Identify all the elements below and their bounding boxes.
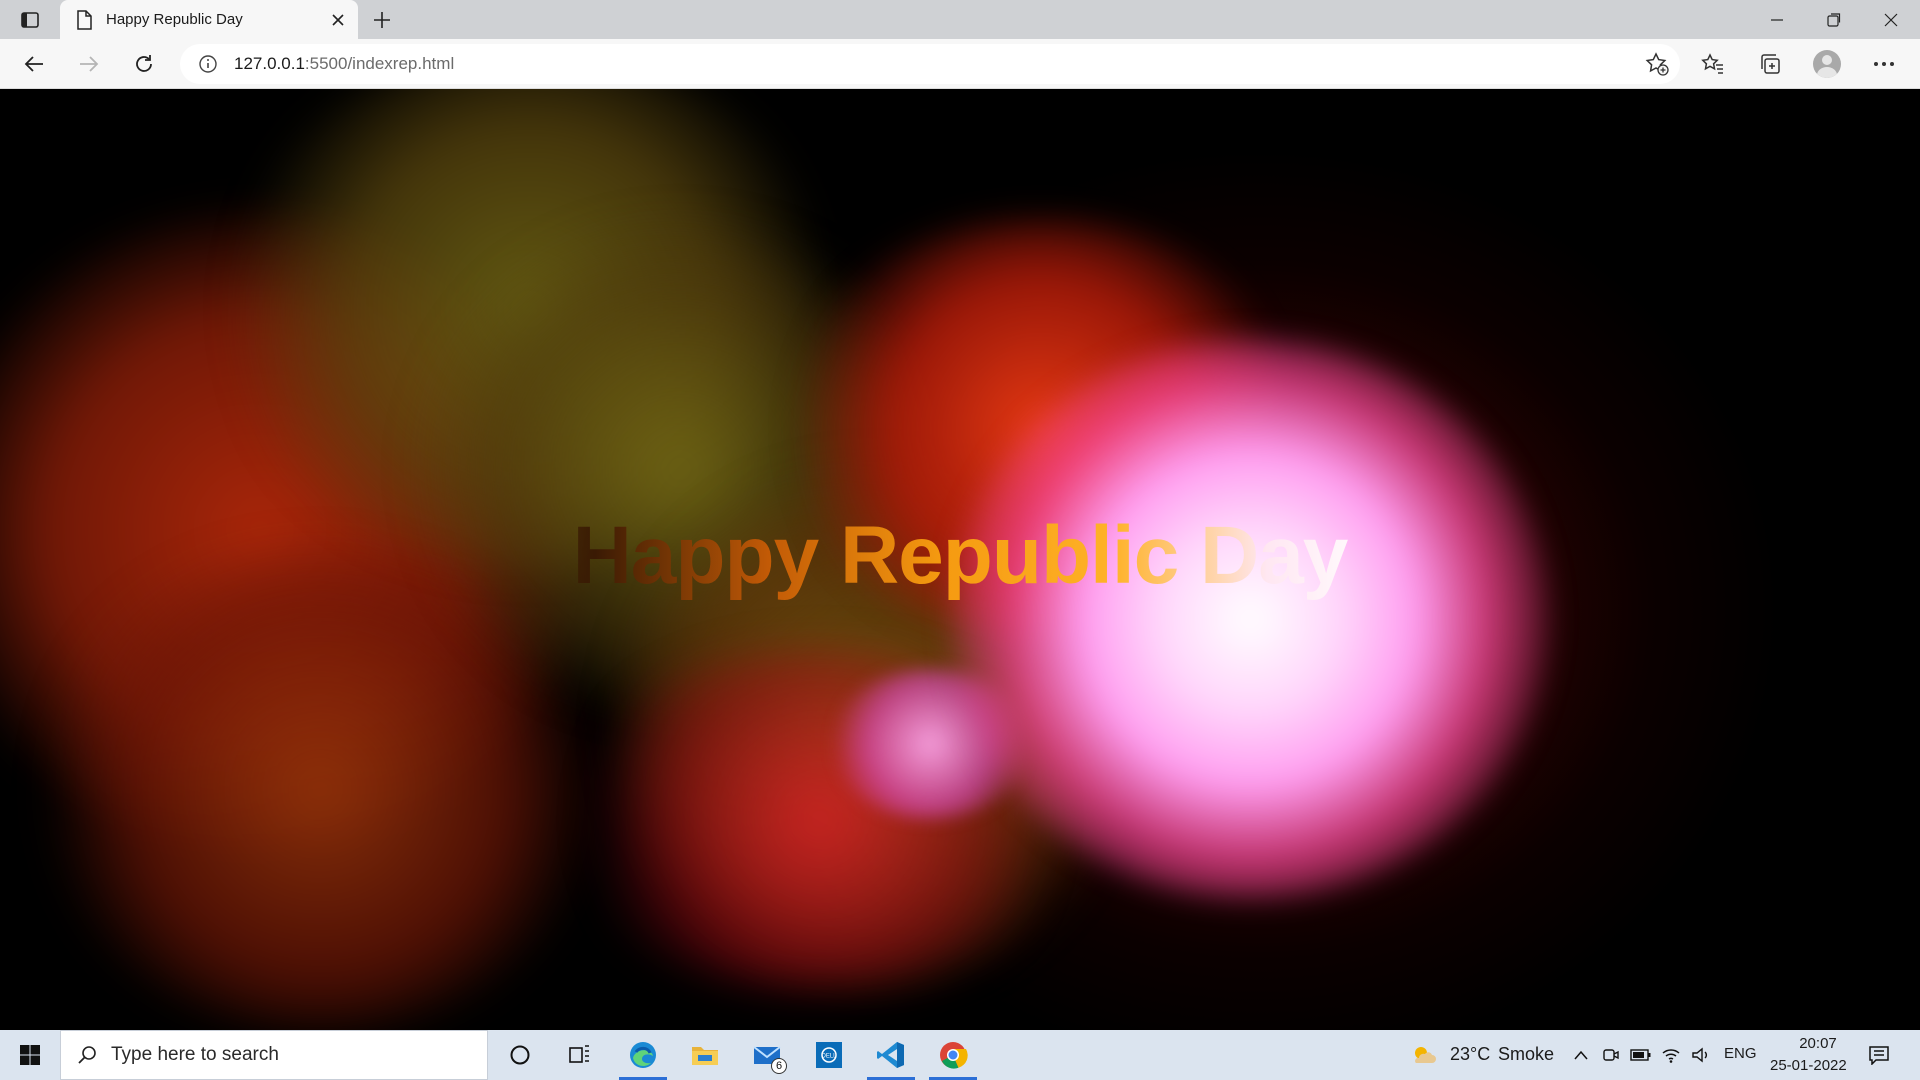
tab-title: Happy Republic Day bbox=[106, 11, 243, 28]
arrow-right-icon bbox=[80, 56, 99, 72]
folder-icon bbox=[692, 1047, 718, 1065]
more-icon bbox=[1874, 62, 1894, 66]
close-icon bbox=[332, 13, 344, 26]
url-text: 127.0.0.1:5500/indexrep.html bbox=[234, 54, 454, 74]
battery-icon[interactable] bbox=[1628, 1042, 1654, 1068]
url-host: 127.0.0.1 bbox=[234, 54, 305, 73]
notification-center-icon[interactable] bbox=[1866, 1042, 1892, 1068]
tab-close-button[interactable] bbox=[322, 4, 354, 36]
task-view-button[interactable] bbox=[550, 1030, 610, 1080]
chrome-icon bbox=[940, 1042, 968, 1069]
cortana-button[interactable] bbox=[490, 1030, 550, 1080]
clock-date[interactable]: 25-01-2022 bbox=[1770, 1057, 1847, 1074]
taskbar-mail[interactable]: 6 bbox=[737, 1030, 797, 1080]
taskbar-search-box[interactable]: Type here to search bbox=[60, 1030, 488, 1080]
edge-icon bbox=[630, 1042, 656, 1068]
taskbar-file-explorer[interactable] bbox=[675, 1030, 735, 1080]
avatar bbox=[1813, 50, 1841, 78]
taskbar-dell[interactable]: DELL bbox=[799, 1030, 859, 1080]
minimize-button[interactable] bbox=[1748, 0, 1806, 39]
info-icon[interactable] bbox=[188, 44, 228, 84]
minimize-icon bbox=[1771, 18, 1783, 21]
clock-time[interactable]: 20:07 bbox=[1788, 1035, 1848, 1052]
dell-icon: DELL bbox=[816, 1042, 842, 1068]
vscode-icon bbox=[877, 1042, 904, 1068]
weather-temp: 23°C bbox=[1450, 1044, 1491, 1064]
add-favorite-button[interactable] bbox=[1640, 48, 1674, 80]
address-bar[interactable]: 127.0.0.1:5500/indexrep.html bbox=[180, 44, 1680, 84]
taskbar-chrome[interactable] bbox=[923, 1030, 983, 1080]
browser-toolbar: 127.0.0.1:5500/indexrep.html bbox=[0, 39, 1920, 89]
refresh-icon bbox=[136, 55, 152, 72]
collections-button[interactable] bbox=[1750, 46, 1790, 82]
search-icon bbox=[78, 1046, 96, 1064]
meet-now-icon[interactable] bbox=[1598, 1042, 1624, 1068]
windows-icon bbox=[20, 1045, 40, 1065]
close-icon bbox=[1884, 13, 1898, 26]
settings-more-button[interactable] bbox=[1864, 46, 1904, 82]
plus-icon bbox=[374, 12, 390, 28]
profile-button[interactable] bbox=[1807, 46, 1847, 82]
collections-icon bbox=[1761, 54, 1780, 74]
task-view-icon bbox=[569, 1045, 589, 1063]
browser-tab-bar: Happy Republic Day bbox=[0, 0, 1920, 39]
forward-button[interactable] bbox=[71, 46, 107, 82]
refresh-button[interactable] bbox=[126, 46, 162, 82]
favorites-button[interactable] bbox=[1693, 46, 1733, 82]
favorites-icon bbox=[1701, 53, 1723, 74]
wifi-icon[interactable] bbox=[1658, 1042, 1684, 1068]
weather-condition: Smoke bbox=[1498, 1044, 1555, 1064]
arrow-left-icon bbox=[24, 56, 43, 72]
search-placeholder: Type here to search bbox=[111, 1044, 279, 1065]
restore-icon bbox=[1827, 12, 1841, 27]
page-viewport: Happy Republic Day bbox=[0, 89, 1920, 1030]
taskbar-vscode[interactable] bbox=[861, 1030, 921, 1080]
chevron-up-icon[interactable] bbox=[1568, 1042, 1594, 1068]
taskbar: Type here to search 6 DELL 23°C Smoke EN… bbox=[0, 1030, 1920, 1080]
start-button[interactable] bbox=[0, 1030, 60, 1080]
volume-icon[interactable] bbox=[1688, 1042, 1714, 1068]
star-add-icon bbox=[1645, 52, 1669, 76]
cortana-icon bbox=[510, 1045, 530, 1065]
mail-badge: 6 bbox=[771, 1058, 787, 1074]
url-path: :5500/indexrep.html bbox=[304, 54, 455, 73]
back-button[interactable] bbox=[16, 46, 52, 82]
new-tab-button[interactable] bbox=[366, 4, 398, 36]
restore-button[interactable] bbox=[1805, 0, 1863, 39]
weather-icon[interactable] bbox=[1410, 1042, 1436, 1068]
taskbar-edge[interactable] bbox=[613, 1030, 673, 1080]
active-tab[interactable]: Happy Republic Day bbox=[60, 0, 358, 39]
tab-actions-button[interactable] bbox=[10, 4, 50, 36]
svg-text:DELL: DELL bbox=[821, 1054, 837, 1060]
page-icon bbox=[74, 9, 94, 30]
language-indicator[interactable]: ENG bbox=[1724, 1045, 1757, 1062]
greeting-headline: Happy Republic Day bbox=[0, 509, 1920, 603]
close-window-button[interactable] bbox=[1862, 0, 1920, 39]
tab-actions-icon bbox=[21, 12, 39, 28]
